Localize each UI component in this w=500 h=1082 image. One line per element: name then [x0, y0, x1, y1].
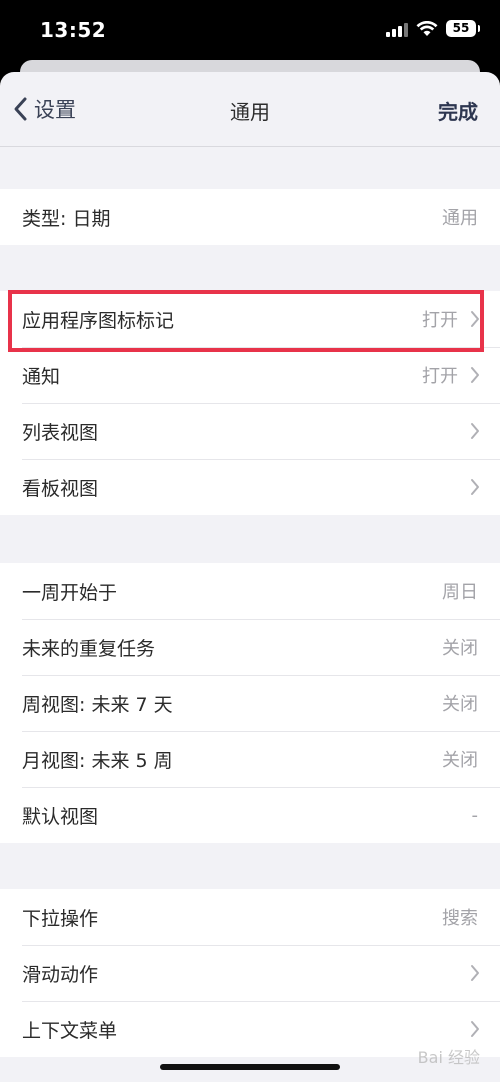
row-value: 关闭 — [442, 750, 478, 771]
settings-row[interactable]: 默认视图 - — [0, 787, 500, 843]
row-value: 周日 — [442, 582, 478, 603]
settings-row[interactable]: 月视图: 未来 5 周 关闭 — [0, 731, 500, 787]
row-label: 应用程序图标标记 — [22, 309, 175, 332]
settings-row[interactable]: 周视图: 未来 7 天 关闭 — [0, 675, 500, 731]
settings-row[interactable]: 列表视图 — [0, 403, 500, 459]
row-label: 类型: 日期 — [22, 207, 111, 230]
row-label: 滑动动作 — [22, 963, 99, 986]
row-value: 打开 — [422, 366, 458, 387]
chevron-right-icon — [471, 1021, 479, 1037]
row-label: 默认视图 — [22, 805, 99, 828]
done-button[interactable]: 完成 — [438, 96, 478, 125]
settings-group: 一周开始于 周日 未来的重复任务 关闭 周视图: 未来 7 天关闭 月视图: 未来 5 周… — [0, 563, 500, 843]
settings-row[interactable]: 滑动动作 — [0, 945, 500, 1001]
row-label: 列表视图 — [22, 421, 99, 444]
page-title: 通用 — [230, 100, 270, 124]
row-label: 周视图: 未来 7 天 — [22, 693, 173, 716]
cellular-signal-icon — [386, 21, 408, 37]
settings-group: 类型: 日期 通用 — [0, 189, 500, 245]
settings-row[interactable]: 通知 打开 — [0, 347, 500, 403]
row-value: 打开 — [422, 310, 458, 331]
row-label: 通知 — [22, 365, 61, 388]
row-value: - — [471, 804, 479, 826]
status-icons: 55 — [386, 20, 480, 37]
status-time: 13:52 — [40, 18, 107, 42]
wifi-icon — [416, 20, 438, 36]
settings-sheet: 设置 通用 完成 类型: 日期 通用 应用程序图标标记 打开 通知 打开 列表视图 看板视图一… — [0, 72, 500, 1082]
row-value: 关闭 — [442, 694, 478, 715]
home-indicator[interactable] — [160, 1064, 340, 1070]
row-value: 通用 — [442, 208, 478, 229]
settings-row[interactable]: 应用程序图标标记 打开 — [0, 291, 500, 347]
settings-group: 应用程序图标标记 打开 通知 打开 列表视图 看板视图 — [0, 291, 500, 515]
row-label: 下拉操作 — [22, 907, 99, 930]
settings-row[interactable]: 看板视图 — [0, 459, 500, 515]
row-label: 看板视图 — [22, 477, 99, 500]
chevron-right-icon — [471, 311, 479, 327]
battery-icon: 55 — [446, 20, 480, 37]
status-bar: 13:52 55 — [0, 0, 500, 62]
chevron-right-icon — [471, 965, 479, 981]
settings-group: 下拉操作 搜索滑动动作上下文菜单 — [0, 889, 500, 1057]
chevron-right-icon — [471, 423, 479, 439]
chevron-right-icon — [471, 479, 479, 495]
row-label: 月视图: 未来 5 周 — [22, 749, 173, 772]
row-value: 搜索 — [442, 908, 478, 929]
nav-bar: 设置 通用 完成 — [0, 72, 500, 147]
row-label: 上下文菜单 — [22, 1019, 118, 1042]
chevron-right-icon — [471, 367, 479, 383]
row-label: 未来的重复任务 — [22, 637, 156, 660]
row-value: 关闭 — [442, 638, 478, 659]
settings-row[interactable]: 一周开始于 周日 — [0, 563, 500, 619]
settings-row[interactable]: 未来的重复任务 关闭 — [0, 619, 500, 675]
settings-list: 类型: 日期 通用 应用程序图标标记 打开 通知 打开 列表视图 看板视图 一周开始于 周日 未来的… — [0, 147, 500, 1057]
row-label: 一周开始于 — [22, 581, 118, 604]
watermark: Bai 经验 — [417, 1048, 480, 1067]
settings-row[interactable]: 下拉操作 搜索 — [0, 889, 500, 945]
settings-row[interactable]: 类型: 日期 通用 — [0, 189, 500, 245]
